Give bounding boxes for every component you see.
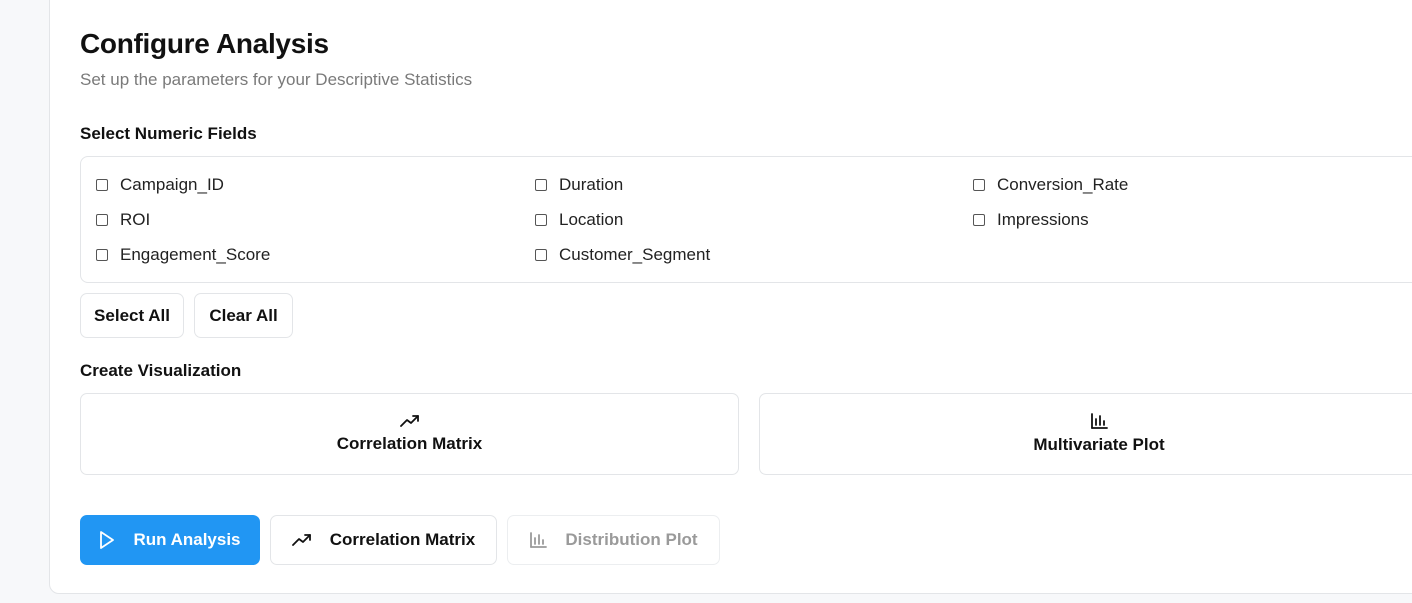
trending-up-icon [291, 533, 312, 547]
checkbox[interactable] [973, 179, 985, 191]
select-all-button[interactable]: Select All [80, 293, 184, 338]
field-label: Impressions [997, 210, 1089, 229]
run-analysis-label: Run Analysis [133, 530, 241, 549]
page-title: Configure Analysis [80, 28, 329, 59]
create-visualization-label: Create Visualization [80, 361, 242, 380]
checkbox[interactable] [96, 214, 108, 226]
distribution-plot-button[interactable]: Distribution Plot [507, 515, 720, 565]
field-impressions[interactable]: Impressions [973, 208, 1089, 232]
field-label: Engagement_Score [120, 245, 271, 264]
field-label: Duration [559, 175, 624, 194]
field-conversion-rate[interactable]: Conversion_Rate [973, 173, 1128, 197]
play-icon [99, 531, 115, 549]
trending-up-icon [399, 414, 420, 428]
bar-chart-icon [529, 532, 548, 548]
bar-chart-icon [1090, 413, 1108, 429]
clear-all-button[interactable]: Clear All [194, 293, 293, 338]
checkbox[interactable] [535, 179, 547, 191]
field-label: Location [559, 210, 624, 229]
checkbox[interactable] [535, 214, 547, 226]
field-label: Campaign_ID [120, 175, 224, 194]
page-subtitle: Set up the parameters for your Descripti… [80, 70, 473, 89]
field-engagement-score[interactable]: Engagement_Score [96, 243, 270, 267]
field-roi[interactable]: ROI [96, 208, 150, 232]
numeric-fields-label: Select Numeric Fields [80, 124, 257, 143]
numeric-fields-list: Campaign_ID Duration Conversion_Rate ROI… [80, 156, 1412, 283]
run-analysis-button[interactable]: Run Analysis [80, 515, 260, 565]
field-label: Conversion_Rate [997, 175, 1129, 194]
checkbox[interactable] [973, 214, 985, 226]
field-label: Customer_Segment [559, 245, 711, 264]
viz-option-multivariate-plot[interactable]: Multivariate Plot [759, 393, 1412, 475]
checkbox[interactable] [96, 179, 108, 191]
viz-option-label: Multivariate Plot [1033, 435, 1165, 454]
viz-option-label: Correlation Matrix [336, 434, 483, 453]
field-location[interactable]: Location [535, 208, 623, 232]
distribution-plot-label: Distribution Plot [565, 530, 698, 549]
checkbox[interactable] [535, 249, 547, 261]
field-label: ROI [120, 210, 151, 229]
field-customer-segment[interactable]: Customer_Segment [535, 243, 710, 267]
viz-option-correlation-matrix[interactable]: Correlation Matrix [80, 393, 739, 475]
field-campaign-id[interactable]: Campaign_ID [96, 173, 224, 197]
field-duration[interactable]: Duration [535, 173, 623, 197]
checkbox[interactable] [96, 249, 108, 261]
correlation-matrix-label: Correlation Matrix [329, 530, 476, 549]
correlation-matrix-button[interactable]: Correlation Matrix [270, 515, 497, 565]
